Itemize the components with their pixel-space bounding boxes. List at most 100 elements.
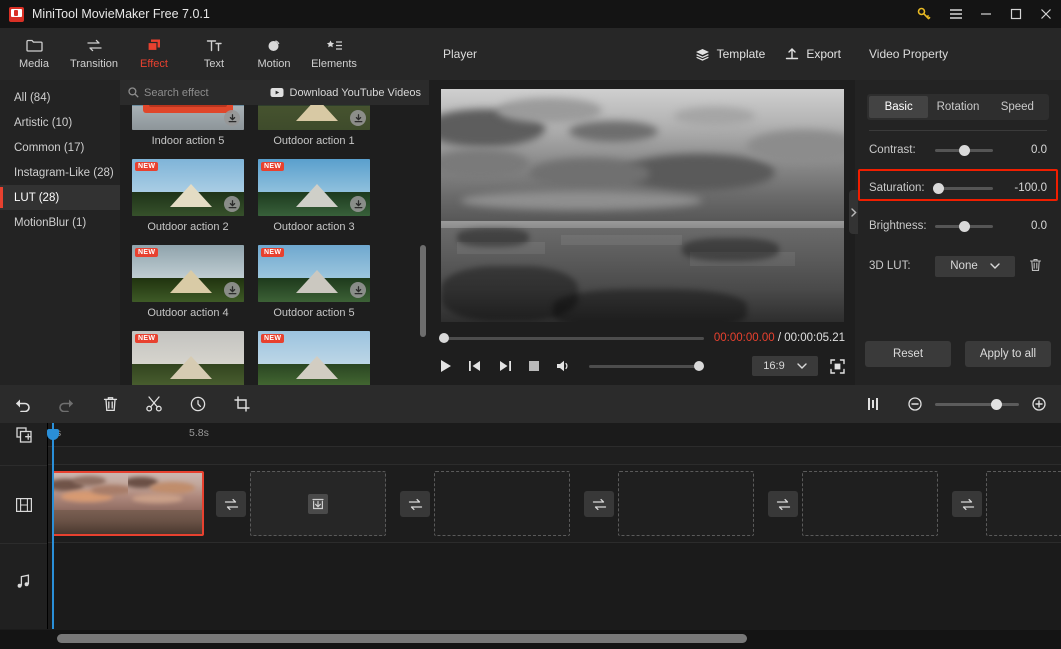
download-icon[interactable] — [224, 196, 240, 212]
next-frame-icon[interactable] — [498, 359, 512, 373]
property-tabs: Basic Rotation Speed — [867, 94, 1049, 120]
speed-icon[interactable] — [176, 385, 220, 423]
sidebar-item-common[interactable]: Common (17) — [0, 135, 120, 160]
redo-icon[interactable] — [44, 385, 88, 423]
aspect-ratio-select[interactable]: 16:9 — [752, 356, 818, 376]
saturation-handle[interactable] — [933, 182, 944, 194]
volume-icon[interactable] — [556, 359, 571, 373]
effect-item[interactable]: NEW Outdoor action 6 — [132, 331, 244, 385]
video-track-icon[interactable] — [0, 465, 47, 543]
media-placeholder-slot[interactable] — [618, 471, 754, 536]
volume-handle[interactable] — [694, 361, 704, 371]
audio-track-icon[interactable] — [0, 543, 47, 619]
total-time: 00:00:05.21 — [784, 332, 845, 344]
effects-scrollbar[interactable] — [420, 245, 426, 337]
seek-slider[interactable] — [439, 333, 704, 343]
download-icon[interactable] — [224, 282, 240, 298]
property-title: Video Property — [869, 47, 949, 61]
play-icon[interactable] — [439, 359, 452, 373]
effect-thumbnail: NEW — [132, 159, 244, 216]
close-icon[interactable] — [1031, 0, 1061, 28]
tab-speed[interactable]: Speed — [988, 96, 1047, 118]
crop-icon[interactable] — [220, 385, 264, 423]
saturation-slider[interactable] — [933, 182, 993, 194]
playhead[interactable] — [47, 423, 59, 629]
fit-timeline-icon[interactable] — [851, 385, 895, 423]
panel-collapse-handle[interactable] — [849, 190, 858, 234]
media-placeholder-slot[interactable] — [250, 471, 386, 536]
maximize-icon[interactable] — [1001, 0, 1031, 28]
zoom-out-icon[interactable] — [905, 385, 925, 423]
key-icon[interactable] — [907, 0, 941, 28]
tab-media[interactable]: Media — [4, 28, 64, 80]
minimize-icon[interactable] — [971, 0, 1001, 28]
brightness-handle[interactable] — [959, 220, 970, 232]
apply-to-all-button[interactable]: Apply to all — [965, 341, 1051, 367]
download-icon[interactable] — [350, 282, 366, 298]
timeline-toolbar — [0, 385, 1061, 423]
sidebar-item-all[interactable]: All (84) — [0, 85, 120, 110]
media-placeholder-slot[interactable] — [434, 471, 570, 536]
timeline-zoom-handle[interactable] — [991, 398, 1002, 410]
export-button[interactable]: Export — [785, 47, 841, 61]
timeline-ruler[interactable]: 0s 5.8s — [48, 423, 1061, 447]
effect-item[interactable]: NEW Outdoor action 7 — [258, 331, 370, 385]
sidebar-item-artistic[interactable]: Artistic (10) — [0, 110, 120, 135]
effect-item[interactable]: NEW Outdoor action 4 — [132, 245, 244, 328]
transition-slot[interactable] — [768, 491, 798, 517]
delete-icon[interactable] — [88, 385, 132, 423]
timeline-horizontal-scrollbar[interactable] — [0, 630, 1061, 649]
volume-slider[interactable] — [589, 361, 704, 371]
effect-item[interactable]: NEW Outdoor action 2 — [132, 159, 244, 242]
tab-basic[interactable]: Basic — [869, 96, 929, 118]
split-icon[interactable] — [132, 385, 176, 423]
sidebar-item-instagram-like[interactable]: Instagram-Like (28) — [0, 160, 120, 185]
tab-effect[interactable]: Effect — [124, 28, 184, 80]
tab-transition[interactable]: Transition — [64, 28, 124, 80]
tab-rotation[interactable]: Rotation — [928, 96, 987, 118]
stop-icon[interactable] — [528, 360, 540, 372]
video-frame[interactable] — [440, 88, 844, 322]
media-placeholder-slot[interactable] — [802, 471, 938, 536]
tab-label: Elements — [311, 58, 357, 70]
fullscreen-icon[interactable] — [830, 358, 845, 374]
brightness-slider[interactable] — [935, 220, 993, 232]
timeline-zoom-slider[interactable] — [935, 398, 1019, 410]
download-icon[interactable] — [224, 110, 240, 126]
effect-item[interactable]: NEW Outdoor action 5 — [258, 245, 370, 328]
media-placeholder-slot[interactable] — [986, 471, 1061, 536]
trash-icon[interactable] — [1029, 258, 1042, 275]
tab-text[interactable]: Text — [184, 28, 244, 80]
effect-item[interactable]: NEW Outdoor action 3 — [258, 159, 370, 242]
timeline-clip[interactable] — [52, 471, 204, 536]
menu-icon[interactable] — [941, 0, 971, 28]
undo-icon[interactable] — [0, 385, 44, 423]
search-effect-input[interactable]: Search effect — [128, 87, 209, 99]
transition-slot[interactable] — [400, 491, 430, 517]
transition-slot[interactable] — [216, 491, 246, 517]
download-icon[interactable] — [350, 196, 366, 212]
download-youtube-videos-button[interactable]: Download YouTube Videos — [270, 87, 421, 99]
reset-button[interactable]: Reset — [865, 341, 951, 367]
contrast-handle[interactable] — [959, 144, 970, 156]
lut-select[interactable]: None — [935, 255, 1015, 277]
download-icon[interactable] — [350, 110, 366, 126]
contrast-slider[interactable] — [935, 144, 993, 156]
transition-slot[interactable] — [584, 491, 614, 517]
sidebar-item-motionblur[interactable]: MotionBlur (1) — [0, 210, 120, 235]
tab-motion[interactable]: Motion — [244, 28, 304, 80]
effect-item[interactable]: Outdoor action 1 — [258, 105, 370, 156]
template-button[interactable]: Template — [695, 47, 765, 61]
transition-slot[interactable] — [952, 491, 982, 517]
sidebar-item-label: Artistic (10) — [14, 116, 73, 129]
scrollbar-thumb[interactable] — [57, 634, 747, 643]
effect-item[interactable]: Indoor action 5 — [132, 105, 244, 156]
add-media-icon[interactable] — [0, 423, 47, 447]
prev-frame-icon[interactable] — [468, 359, 482, 373]
tab-elements[interactable]: Elements — [304, 28, 364, 80]
seek-handle[interactable] — [439, 333, 449, 343]
zoom-in-icon[interactable] — [1029, 385, 1049, 423]
audio-track[interactable] — [48, 543, 1061, 619]
overlay-track[interactable] — [48, 447, 1061, 465]
sidebar-item-lut[interactable]: LUT (28) — [0, 185, 120, 210]
